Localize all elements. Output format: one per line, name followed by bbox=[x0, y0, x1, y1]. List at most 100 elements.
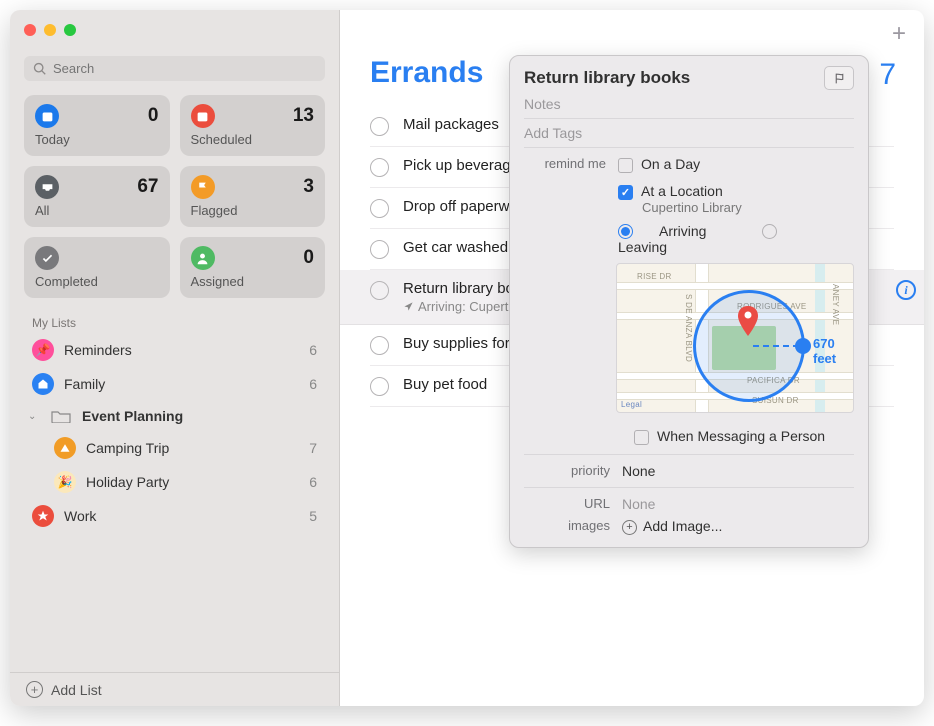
smart-list-count: 0 bbox=[303, 247, 314, 269]
smart-list-count: 67 bbox=[137, 176, 158, 198]
images-label: images bbox=[524, 518, 622, 535]
priority-value[interactable]: None bbox=[622, 463, 854, 479]
flag-icon bbox=[191, 175, 215, 199]
list-label: Event Planning bbox=[82, 408, 307, 424]
add-list-label: Add List bbox=[51, 682, 102, 698]
sidebar-list-work[interactable]: Work 5 bbox=[20, 499, 329, 533]
sidebar: 0 Today 13 Scheduled 67 All bbox=[10, 10, 340, 706]
location-name[interactable]: Cupertino Library bbox=[642, 200, 854, 215]
add-reminder-button[interactable]: + bbox=[892, 20, 906, 48]
arriving-radio[interactable] bbox=[618, 224, 633, 239]
my-lists: 📌 Reminders 6 Family 6 ⌄ Event Planning … bbox=[10, 333, 339, 672]
when-messaging-label: When Messaging a Person bbox=[657, 428, 825, 444]
smart-list-count: 3 bbox=[303, 176, 314, 198]
list-label: Work bbox=[64, 508, 299, 524]
zoom-window-button[interactable] bbox=[64, 24, 76, 36]
complete-toggle[interactable] bbox=[370, 158, 389, 177]
smart-list-assigned[interactable]: 0 Assigned bbox=[180, 237, 326, 298]
sidebar-folder-event-planning[interactable]: ⌄ Event Planning bbox=[20, 401, 329, 431]
search-icon bbox=[33, 62, 47, 76]
list-total-count: 7 bbox=[879, 58, 896, 92]
smart-list-scheduled[interactable]: 13 Scheduled bbox=[180, 95, 326, 156]
info-button[interactable]: i bbox=[896, 280, 916, 300]
radius-handle[interactable] bbox=[795, 338, 811, 354]
sidebar-list-holiday-party[interactable]: 🎉 Holiday Party 6 bbox=[20, 465, 329, 499]
when-messaging-checkbox[interactable] bbox=[634, 430, 649, 445]
sidebar-list-family[interactable]: Family 6 bbox=[20, 367, 329, 401]
url-label: URL bbox=[524, 496, 622, 512]
star-icon bbox=[32, 505, 54, 527]
map-street-label: RISE DR bbox=[637, 272, 672, 281]
url-value[interactable]: None bbox=[622, 496, 854, 512]
list-count: 7 bbox=[309, 440, 317, 456]
add-list-button[interactable]: + Add List bbox=[10, 672, 339, 706]
smart-list-completed[interactable]: Completed bbox=[24, 237, 170, 298]
sidebar-list-reminders[interactable]: 📌 Reminders 6 bbox=[20, 333, 329, 367]
smart-list-flagged[interactable]: 3 Flagged bbox=[180, 166, 326, 227]
plus-icon: + bbox=[26, 681, 43, 698]
party-icon: 🎉 bbox=[54, 471, 76, 493]
list-count: 5 bbox=[309, 508, 317, 524]
complete-toggle[interactable] bbox=[370, 377, 389, 396]
tags-field[interactable]: Add Tags bbox=[524, 119, 854, 148]
add-image-button[interactable]: +Add Image... bbox=[622, 518, 854, 535]
on-a-day-label: On a Day bbox=[641, 156, 700, 172]
calendar-icon bbox=[191, 104, 215, 128]
arriving-label: Arriving bbox=[659, 223, 706, 239]
smart-list-label: Scheduled bbox=[191, 132, 315, 147]
folder-icon bbox=[50, 407, 72, 425]
sidebar-list-camping-trip[interactable]: Camping Trip 7 bbox=[20, 431, 329, 465]
smart-list-label: Assigned bbox=[191, 274, 315, 289]
list-label: Family bbox=[64, 376, 299, 392]
complete-toggle[interactable] bbox=[370, 336, 389, 355]
remind-me-label: remind me bbox=[524, 156, 618, 413]
smart-list-today[interactable]: 0 Today bbox=[24, 95, 170, 156]
close-window-button[interactable] bbox=[24, 24, 36, 36]
smart-list-count: 13 bbox=[293, 105, 314, 127]
titlebar bbox=[10, 10, 76, 50]
home-icon bbox=[32, 373, 54, 395]
complete-toggle[interactable] bbox=[370, 281, 389, 300]
smart-list-all[interactable]: 67 All bbox=[24, 166, 170, 227]
smart-list-label: All bbox=[35, 203, 159, 218]
location-map[interactable]: RISE DR S DE ANZA BLVD RODRIGUES AVE ANE… bbox=[616, 263, 854, 413]
smart-lists-grid: 0 Today 13 Scheduled 67 All bbox=[10, 95, 339, 308]
map-street-label: ANEY AVE bbox=[831, 284, 840, 325]
complete-toggle[interactable] bbox=[370, 199, 389, 218]
pin-icon: 📌 bbox=[32, 339, 54, 361]
on-a-day-checkbox[interactable] bbox=[618, 158, 633, 173]
at-location-label: At a Location bbox=[641, 183, 723, 199]
map-legal-link[interactable]: Legal bbox=[621, 400, 642, 409]
list-count: 6 bbox=[309, 342, 317, 358]
search-field[interactable] bbox=[24, 56, 325, 81]
at-location-checkbox[interactable] bbox=[618, 185, 633, 200]
complete-toggle[interactable] bbox=[370, 240, 389, 259]
tent-icon bbox=[54, 437, 76, 459]
map-street-label: S DE ANZA BLVD bbox=[684, 294, 693, 362]
flag-icon bbox=[833, 72, 846, 85]
list-count: 6 bbox=[309, 376, 317, 392]
chevron-down-icon[interactable]: ⌄ bbox=[28, 411, 40, 422]
calendar-icon bbox=[35, 104, 59, 128]
list-count: 6 bbox=[309, 474, 317, 490]
minimize-window-button[interactable] bbox=[44, 24, 56, 36]
tray-icon bbox=[35, 175, 59, 199]
person-icon bbox=[191, 246, 215, 270]
radius-value: 670 feet bbox=[813, 336, 853, 366]
map-pin-icon bbox=[737, 306, 759, 336]
notes-field[interactable]: Notes bbox=[524, 90, 854, 119]
location-arrow-icon bbox=[403, 301, 414, 312]
complete-toggle[interactable] bbox=[370, 117, 389, 136]
section-header: My Lists bbox=[10, 308, 339, 333]
checkmark-icon bbox=[35, 246, 59, 270]
list-label: Holiday Party bbox=[86, 474, 299, 490]
leaving-label: Leaving bbox=[618, 239, 667, 255]
detail-title[interactable]: Return library books bbox=[524, 68, 690, 88]
flag-button[interactable] bbox=[824, 66, 854, 90]
leaving-radio[interactable] bbox=[762, 224, 777, 239]
list-label: Reminders bbox=[64, 342, 299, 358]
smart-list-label: Flagged bbox=[191, 203, 315, 218]
smart-list-label: Completed bbox=[35, 274, 159, 289]
priority-label: priority bbox=[524, 463, 622, 479]
search-input[interactable] bbox=[53, 61, 316, 76]
